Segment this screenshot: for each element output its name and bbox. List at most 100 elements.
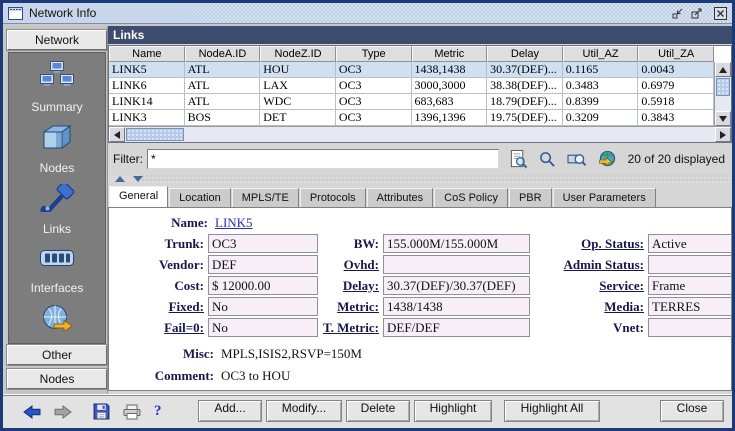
table-cell[interactable]: LINK3: [109, 110, 185, 126]
column-header-name[interactable]: Name: [109, 46, 185, 62]
table-cell[interactable]: 1438,1438: [412, 62, 488, 78]
table-cell[interactable]: 1396,1396: [412, 110, 488, 126]
table-cell[interactable]: 0.5918: [638, 94, 714, 110]
table-cell[interactable]: 3000,3000: [412, 78, 488, 94]
field-value-trunk[interactable]: OC3: [208, 234, 318, 253]
table-cell[interactable]: OC3: [336, 94, 412, 110]
minimize-icon[interactable]: [670, 6, 685, 21]
scroll-left-button[interactable]: [109, 127, 125, 142]
table-cell[interactable]: 0.8399: [563, 94, 639, 110]
field-label-delay[interactable]: Delay:: [319, 278, 383, 294]
field-label-ovhd[interactable]: Ovhd:: [319, 257, 383, 273]
modify-button[interactable]: Modify...: [266, 400, 342, 422]
column-header-metric[interactable]: Metric: [412, 46, 488, 62]
tab-attributes[interactable]: Attributes: [367, 188, 433, 207]
field-value-admin-status[interactable]: [648, 255, 732, 274]
field-label-fail-0[interactable]: Fail=0:: [113, 320, 208, 336]
table-cell[interactable]: 30.37(DEF)...: [487, 62, 563, 78]
print-icon[interactable]: [123, 404, 141, 420]
field-label-fixed[interactable]: Fixed:: [113, 299, 208, 315]
table-cell[interactable]: ATL: [185, 78, 261, 94]
field-label-t-metric[interactable]: T. Metric:: [319, 320, 383, 336]
field-value-fail-0[interactable]: No: [208, 318, 318, 337]
table-cell[interactable]: WDC: [260, 94, 336, 110]
field-value-op-status[interactable]: Active: [648, 234, 732, 253]
sidebar-item-links[interactable]: Links: [39, 184, 75, 236]
column-header-util_za[interactable]: Util_ZA: [638, 46, 714, 62]
sidebar-network-button[interactable]: Network: [7, 30, 107, 50]
table-cell[interactable]: OC3: [336, 110, 412, 126]
field-label-admin-status[interactable]: Admin Status:: [545, 257, 648, 273]
field-label-metric[interactable]: Metric:: [319, 299, 383, 315]
table-cell[interactable]: 0.3483: [563, 78, 639, 94]
table-cell[interactable]: LINK5: [109, 62, 185, 78]
scroll-down-button[interactable]: [715, 111, 731, 126]
table-cell[interactable]: 0.3843: [638, 110, 714, 126]
sidebar-item-demands[interactable]: Demands: [31, 304, 82, 344]
table-cell[interactable]: OC3: [336, 62, 412, 78]
table-cell[interactable]: LINK14: [109, 94, 185, 110]
field-label-service[interactable]: Service:: [545, 278, 648, 294]
table-cell[interactable]: OC3: [336, 78, 412, 94]
table-cell[interactable]: ATL: [185, 62, 261, 78]
table-row-link3[interactable]: LINK3BOSDETOC31396,139619.75(DEF)...0.32…: [109, 110, 714, 126]
table-cell[interactable]: 0.3209: [563, 110, 639, 126]
table-row-link6[interactable]: LINK6ATLLAXOC33000,300038.38(DEF)...0.34…: [109, 78, 714, 94]
field-value-t-metric[interactable]: DEF/DEF: [383, 318, 530, 337]
highlight-all-button[interactable]: Highlight All: [504, 400, 600, 422]
column-header-type[interactable]: Type: [336, 46, 412, 62]
field-label-media[interactable]: Media:: [545, 299, 648, 315]
field-value-vendor[interactable]: DEF: [208, 255, 318, 274]
sidebar-other-button[interactable]: Other: [7, 345, 107, 365]
field-value-media[interactable]: TERRES: [648, 297, 732, 316]
close-button[interactable]: Close: [660, 400, 724, 422]
globe-export-icon[interactable]: [598, 150, 617, 168]
vertical-scrollbar-thumb[interactable]: [716, 78, 730, 96]
table-row-link5[interactable]: LINK5ATLHOUOC31438,143830.37(DEF)...0.11…: [109, 62, 714, 78]
column-header-util_az[interactable]: Util_AZ: [563, 46, 639, 62]
table-cell[interactable]: LINK6: [109, 78, 185, 94]
splitter-bar[interactable]: [108, 175, 732, 183]
name-value-link[interactable]: LINK5: [215, 215, 253, 231]
field-value-fixed[interactable]: No: [208, 297, 318, 316]
tab-user-parameters[interactable]: User Parameters: [553, 188, 656, 207]
delete-button[interactable]: Delete: [346, 400, 410, 422]
help-icon[interactable]: ?: [154, 403, 162, 420]
back-icon[interactable]: [23, 404, 41, 420]
tab-general[interactable]: General: [109, 186, 168, 207]
table-cell[interactable]: 18.79(DEF)...: [487, 94, 563, 110]
tab-cos-policy[interactable]: CoS Policy: [434, 188, 508, 207]
horizontal-scrollbar-thumb[interactable]: [126, 128, 184, 141]
sidebar-nodes-button[interactable]: Nodes: [7, 369, 107, 389]
title-bar[interactable]: Network Info: [3, 3, 732, 24]
tab-mpls-te[interactable]: MPLS/TE: [232, 188, 299, 207]
table-cell[interactable]: BOS: [185, 110, 261, 126]
column-header-nodez.id[interactable]: NodeZ.ID: [260, 46, 336, 62]
tab-protocols[interactable]: Protocols: [300, 188, 366, 207]
forward-icon[interactable]: [54, 404, 72, 420]
sidebar-item-interfaces[interactable]: Interfaces: [31, 245, 84, 295]
table-cell[interactable]: 0.0043: [638, 62, 714, 78]
filter-input[interactable]: [147, 149, 499, 169]
field-label-op-status[interactable]: Op. Status:: [545, 236, 648, 252]
add-button[interactable]: Add...: [198, 400, 262, 422]
sidebar-item-nodes[interactable]: Nodes: [40, 123, 75, 175]
column-header-delay[interactable]: Delay: [487, 46, 563, 62]
scroll-right-button[interactable]: [715, 127, 731, 142]
field-value-delay[interactable]: 30.37(DEF)/30.37(DEF): [383, 276, 530, 295]
table-cell[interactable]: DET: [260, 110, 336, 126]
field-value-vnet[interactable]: [648, 318, 732, 337]
table-cell[interactable]: HOU: [260, 62, 336, 78]
splitter-expand-up-icon[interactable]: [115, 176, 125, 182]
tab-pbr[interactable]: PBR: [509, 188, 552, 207]
table-row-link14[interactable]: LINK14ATLWDCOC3683,68318.79(DEF)...0.839…: [109, 94, 714, 110]
table-cell[interactable]: 0.6979: [638, 78, 714, 94]
search-icon[interactable]: [539, 151, 556, 168]
sidebar-item-summary[interactable]: Summary: [31, 61, 82, 114]
table-cell[interactable]: 683,683: [412, 94, 488, 110]
table-cell[interactable]: 19.75(DEF)...: [487, 110, 563, 126]
field-value-bw[interactable]: 155.000M/155.000M: [383, 234, 530, 253]
field-value-cost[interactable]: $ 12000.00: [208, 276, 318, 295]
tab-location[interactable]: Location: [169, 188, 231, 207]
report-search-icon[interactable]: [509, 150, 528, 169]
